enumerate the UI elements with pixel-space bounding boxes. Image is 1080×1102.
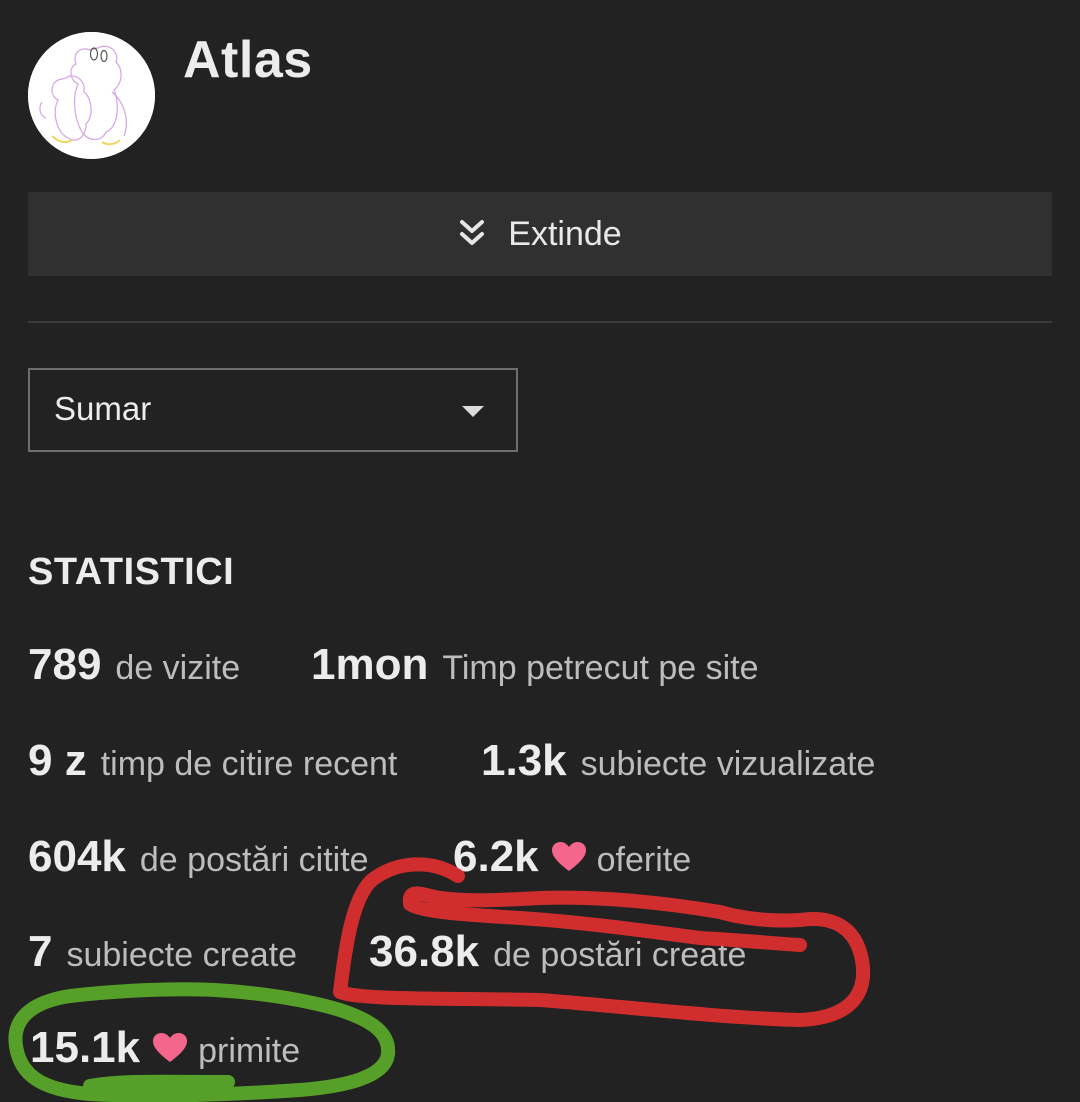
dropdown-caret-icon [462, 406, 484, 417]
heart-icon [152, 1032, 188, 1064]
stat-topics-viewed: 1.3k subiecte vizualizate [481, 736, 875, 786]
stat-value: 6.2k [453, 832, 539, 881]
stat-value: 789 [28, 640, 102, 689]
stat-value: 604k [28, 832, 126, 881]
stat-posts-created: 36.8k de postări create [369, 927, 746, 977]
stat-posts-read: 604k de postări citite [28, 832, 369, 882]
stat-label: oferite [596, 841, 692, 879]
heart-icon [551, 841, 587, 873]
stat-label: timp de citire recent [100, 745, 398, 783]
stat-label: Timp petrecut pe site [442, 649, 759, 687]
stat-value: 1mon [311, 640, 429, 689]
stat-time-on-site: 1mon Timp petrecut pe site [311, 640, 759, 690]
stat-label: de postări citite [139, 841, 369, 879]
divider [28, 321, 1052, 323]
username: Atlas [183, 31, 313, 89]
stat-label: de vizite [115, 649, 241, 687]
stat-value: 9 z [28, 736, 87, 785]
stat-value: 7 [28, 927, 53, 976]
avatar[interactable] [28, 32, 155, 159]
stat-value: 15.1k [30, 1023, 141, 1072]
expand-button-label: Extinde [508, 214, 622, 253]
stat-likes-given: 6.2k oferite [453, 832, 691, 882]
stat-label: primite [198, 1032, 301, 1070]
view-select-value: Sumar [54, 390, 152, 427]
stat-label: subiecte vizualizate [580, 745, 876, 783]
stat-value: 36.8k [369, 927, 480, 976]
stat-likes-received: 15.1k primite [30, 1023, 300, 1073]
stat-recent-read-time: 9 z timp de citire recent [28, 736, 397, 786]
double-chevron-down-icon [460, 220, 485, 245]
stat-label: subiecte create [66, 936, 298, 974]
stat-visits: 789 de vizite [28, 640, 240, 690]
view-select[interactable]: Sumar [28, 368, 518, 452]
avatar-drawing-icon [28, 32, 155, 159]
stat-value: 1.3k [481, 736, 567, 785]
expand-button[interactable]: Extinde [28, 192, 1052, 276]
stat-label: de postări create [493, 936, 747, 974]
stats-title: STATISTICI [28, 551, 235, 593]
stat-topics-created: 7 subiecte create [28, 927, 297, 977]
